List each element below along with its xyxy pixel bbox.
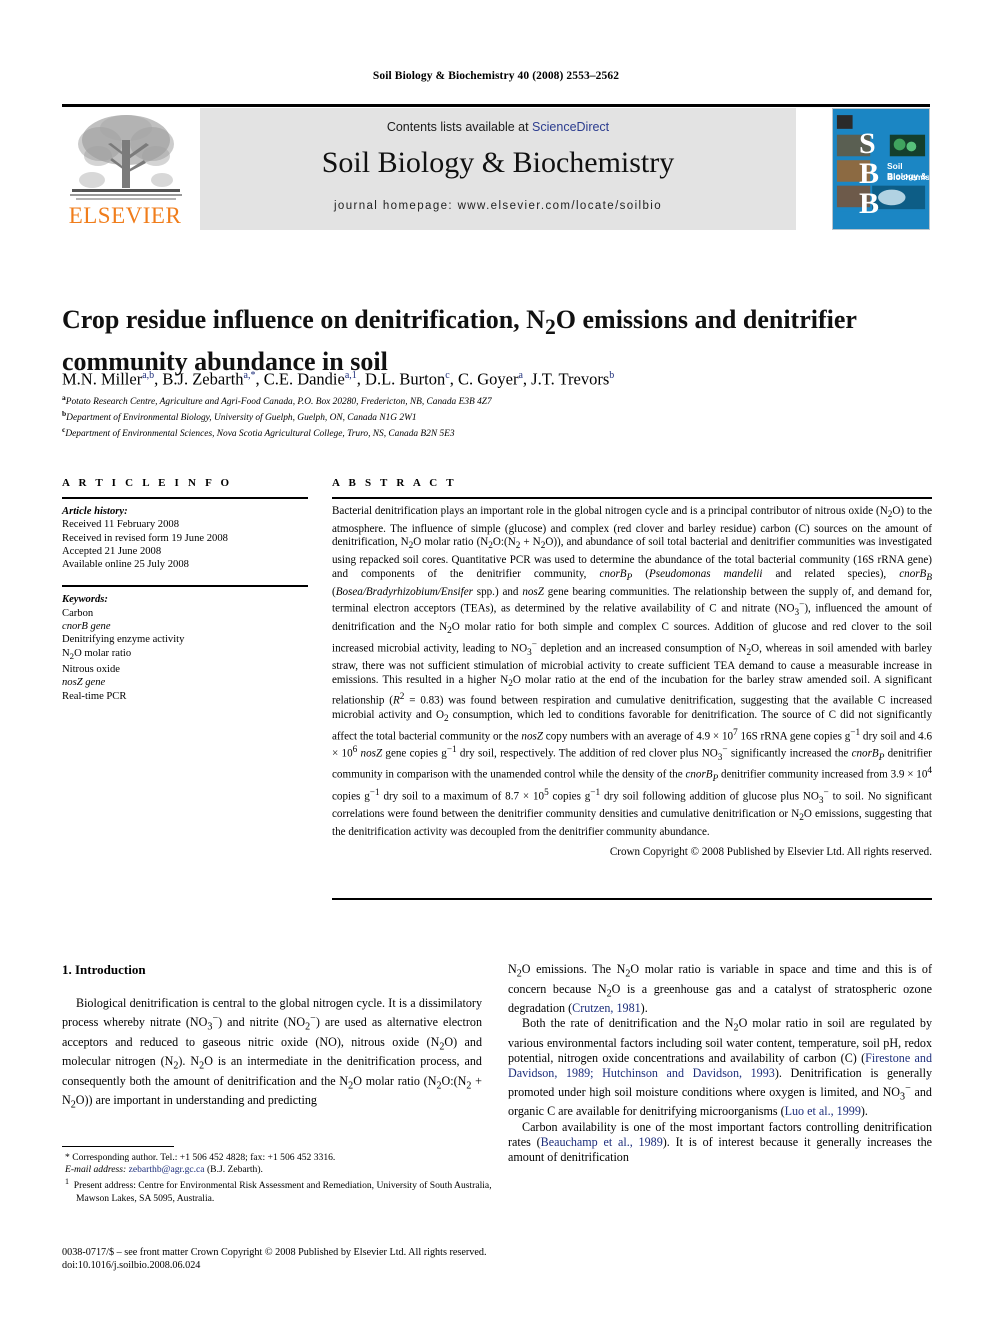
affiliation-item: cDepartment of Environmental Sciences, N…	[62, 425, 455, 440]
keywords-rule	[62, 585, 308, 588]
intro-paragraph: Both the rate of denitrification and the…	[508, 1016, 932, 1119]
keyword-item: Real-time PCR	[62, 690, 127, 702]
email-note: E-mail address: zebarthb@agr.gc.ca (B.J.…	[62, 1164, 492, 1176]
cover-letter-b1: B	[859, 157, 880, 190]
contents-prefix: Contents lists available at	[386, 120, 533, 134]
banner-top-rule	[62, 104, 930, 107]
journal-banner-band: Contents lists available at ScienceDirec…	[200, 108, 796, 230]
keyword-item: nosZ gene	[62, 676, 308, 689]
article-info-rule	[62, 497, 308, 499]
body-column-right: N2O emissions. The N2O molar ratio is va…	[508, 962, 932, 1165]
intro-paragraph: N2O emissions. The N2O molar ratio is va…	[508, 962, 932, 1015]
keyword-item: Denitrifying enzyme activity	[62, 634, 185, 646]
keyword-text: cnorB gene	[62, 621, 111, 633]
history-item: Available online 25 July 2008	[62, 559, 189, 571]
keywords-label: Keywords:	[62, 594, 108, 606]
contents-available-line: Contents lists available at ScienceDirec…	[200, 120, 796, 134]
keyword-item: Carbon	[62, 607, 94, 619]
keywords-block: Keywords: Carbon cnorB gene Denitrifying…	[62, 593, 308, 702]
elsevier-logo: ELSEVIER	[62, 108, 188, 230]
affiliation-item: bDepartment of Environmental Biology, Un…	[62, 409, 417, 424]
elsevier-tree-icon	[68, 110, 184, 202]
journal-title: Soil Biology & Biochemistry	[321, 146, 675, 179]
sciencedirect-link[interactable]: ScienceDirect	[532, 120, 609, 134]
article-history-label: Article history:	[62, 506, 128, 517]
abstract-rule	[332, 497, 932, 499]
journal-banner: ELSEVIER Contents lists available at Sci…	[62, 104, 930, 230]
email-link[interactable]: zebarthb@agr.gc.ca	[129, 1164, 205, 1175]
history-item: Received in revised form 19 June 2008	[62, 532, 228, 544]
abstract-body: Bacterial denitrification plays an impor…	[332, 505, 933, 839]
affiliation-item: aPotato Research Centre, Agriculture and…	[62, 393, 492, 408]
article-info-heading: A R T I C L E I N F O	[62, 477, 233, 489]
section-heading-introduction: 1. Introduction	[62, 962, 146, 977]
abstract-section: A B S T R A C T Bacterial denitrificatio…	[332, 477, 932, 858]
history-item: Received 11 February 2008	[62, 519, 179, 531]
cover-letter-s: S	[859, 127, 876, 160]
keyword-item: cnorB gene	[62, 620, 308, 633]
journal-homepage-link[interactable]: journal homepage: www.elsevier.com/locat…	[200, 200, 796, 212]
article-info-section: A R T I C L E I N F O Article history: R…	[62, 477, 308, 703]
issn-line: 0038-0717/$ – see front matter Crown Cop…	[62, 1247, 487, 1258]
keyword-item: N2O molar ratio	[62, 647, 132, 661]
doi-line: doi:10.1016/j.soilbio.2008.06.024	[62, 1260, 201, 1271]
footnote-rule	[62, 1146, 174, 1147]
elsevier-wordmark: ELSEVIER	[68, 203, 182, 228]
present-address-note: 1 Present address: Centre for Environmen…	[65, 1177, 492, 1204]
cover-letter-b2: B	[859, 187, 880, 220]
issn-copyright-block: 0038-0717/$ – see front matter Crown Cop…	[62, 1246, 502, 1272]
body-column-left: 1. Introduction Biological denitrificati…	[62, 962, 482, 1113]
abstract-copyright: Crown Copyright © 2008 Published by Else…	[609, 845, 932, 858]
abstract-heading: A B S T R A C T	[332, 477, 457, 489]
affiliation-list: aPotato Research Centre, Agriculture and…	[62, 392, 912, 441]
email-label: E-mail address:	[65, 1164, 127, 1176]
email-suffix: (B.J. Zebarth).	[206, 1164, 263, 1176]
journal-cover-thumbnail: S B B Soil Biology & Biochemistry	[832, 108, 930, 230]
history-item: Accepted 21 June 2008	[62, 545, 162, 557]
running-head: Soil Biology & Biochemistry 40 (2008) 25…	[372, 70, 620, 82]
footnote-block: * Corresponding author. Tel.: +1 506 452…	[62, 1152, 492, 1205]
author-list: M.N. Millera,b, B.J. Zebartha,*, C.E. Da…	[62, 369, 615, 389]
intro-paragraph: Carbon availability is one of the most i…	[508, 1119, 932, 1164]
article-history: Article history: Received 11 February 20…	[62, 505, 308, 571]
paper-page: Soil Biology & Biochemistry 40 (2008) 25…	[0, 0, 992, 1323]
intro-paragraph: Biological denitrification is central to…	[62, 996, 483, 1111]
corresponding-author-note: * Corresponding author. Tel.: +1 506 452…	[65, 1152, 336, 1163]
cover-title-line2: Biochemistry	[887, 172, 930, 182]
abstract-bottom-rule	[332, 898, 932, 900]
keyword-item: Nitrous oxide	[62, 664, 120, 676]
keyword-text: nosZ gene	[62, 677, 106, 689]
